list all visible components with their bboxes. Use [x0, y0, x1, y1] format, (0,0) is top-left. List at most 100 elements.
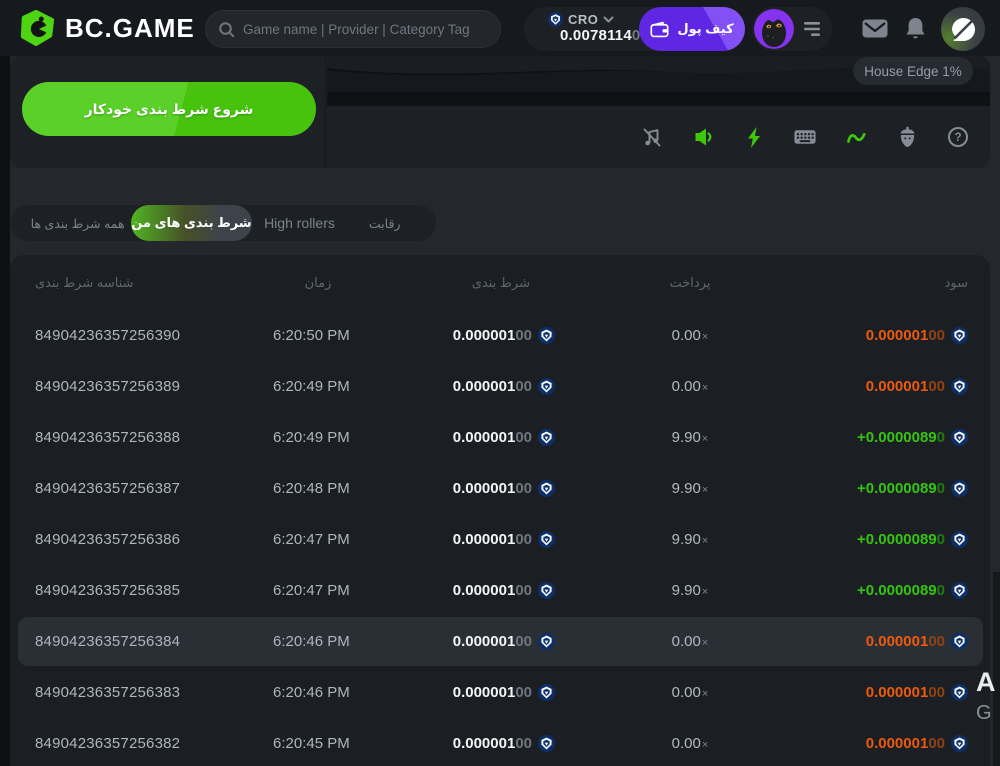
- tab-competition[interactable]: رقابت: [347, 205, 422, 241]
- bets-table-panel: شناسه شرط بندی زمان شرط بندی پرداخت سود …: [10, 255, 990, 766]
- cro-coin-icon: [538, 429, 555, 446]
- col-payout: پرداخت: [555, 275, 825, 291]
- bet-time: 6:20:49 PM: [273, 429, 363, 446]
- overlay-letter-g: G: [976, 702, 992, 725]
- payout-multiplier: 0.00×: [555, 327, 825, 344]
- logo-text: BC.GAME: [65, 13, 195, 44]
- bet-amount: 0.00000100: [363, 480, 555, 497]
- avatar[interactable]: [754, 9, 794, 49]
- bets-tabs: همه شرط بندی ها شرط بندی های من High rol…: [10, 205, 436, 241]
- game-area: House Edge 1%: [327, 56, 990, 168]
- profit-amount: 0.00000100: [825, 633, 968, 650]
- wallet-group: CRO 0.00781140 کیف پول: [524, 7, 745, 51]
- search-box[interactable]: Game name | Provider | Category Tag: [205, 10, 501, 48]
- bet-id: 84904236357256383: [35, 684, 273, 701]
- right-edge-overlay: A G: [993, 572, 1000, 766]
- cro-coin-icon: [538, 633, 555, 650]
- seed-fairness-icon[interactable]: [895, 125, 919, 149]
- game-toolbar: ?: [327, 106, 990, 168]
- currency-code: CRO: [568, 12, 598, 27]
- cro-coin-icon: [538, 582, 555, 599]
- logo[interactable]: BC.GAME: [18, 9, 195, 47]
- table-row[interactable]: 84904236357256387 6:20:48 PM 0.00000100 …: [35, 463, 968, 514]
- profit-amount: 0.00000100: [825, 735, 968, 752]
- cro-coin-icon: [951, 378, 968, 395]
- turbo-bet-icon[interactable]: [742, 125, 766, 149]
- cro-coin-icon: [548, 12, 563, 27]
- chat-bubble-slash-icon: [950, 16, 977, 43]
- svg-text:?: ?: [954, 132, 961, 144]
- sound-on-icon[interactable]: [691, 125, 715, 149]
- wallet-button-label: کیف پول: [677, 21, 733, 37]
- chat-toggle-button[interactable]: [941, 7, 985, 51]
- bet-id: 84904236357256388: [35, 429, 273, 446]
- profit-amount: +0.00000890: [825, 582, 968, 599]
- profit-amount: +0.00000890: [825, 531, 968, 548]
- balance-amount: 0.00781140: [548, 27, 642, 44]
- cro-coin-icon: [951, 684, 968, 701]
- bet-time: 6:20:47 PM: [273, 531, 363, 548]
- bet-amount: 0.00000100: [363, 735, 555, 752]
- currency-selector[interactable]: CRO 0.00781140: [524, 7, 642, 51]
- bet-id: 84904236357256385: [35, 582, 273, 599]
- bet-amount: 0.00000100: [363, 327, 555, 344]
- bet-id: 84904236357256384: [35, 633, 273, 650]
- table-header: شناسه شرط بندی زمان شرط بندی پرداخت سود: [35, 255, 968, 310]
- wallet-button[interactable]: کیف پول: [639, 7, 745, 51]
- table-row[interactable]: 84904236357256390 6:20:50 PM 0.00000100 …: [35, 310, 968, 361]
- help-icon[interactable]: ?: [946, 125, 970, 149]
- hotkeys-icon[interactable]: [793, 125, 817, 149]
- live-stats-icon[interactable]: [844, 125, 868, 149]
- profit-amount: +0.00000890: [825, 429, 968, 446]
- cro-coin-icon: [951, 327, 968, 344]
- cro-coin-icon: [538, 327, 555, 344]
- menu-icon[interactable]: [802, 21, 822, 37]
- table-row[interactable]: 84904236357256384 6:20:46 PM 0.00000100 …: [35, 616, 968, 667]
- col-bet-id: شناسه شرط بندی: [35, 275, 273, 291]
- cro-coin-icon: [538, 378, 555, 395]
- profit-amount: 0.00000100: [825, 327, 968, 344]
- payout-multiplier: 0.00×: [555, 378, 825, 395]
- bet-amount: 0.00000100: [363, 531, 555, 548]
- table-row[interactable]: 84904236357256382 6:20:45 PM 0.00000100 …: [35, 718, 968, 766]
- table-row[interactable]: 84904236357256389 6:20:49 PM 0.00000100 …: [35, 361, 968, 412]
- tab-high-rollers[interactable]: High rollers: [252, 205, 348, 241]
- cro-coin-icon: [951, 480, 968, 497]
- cro-coin-icon: [951, 429, 968, 446]
- bet-id: 84904236357256386: [35, 531, 273, 548]
- cro-coin-icon: [538, 684, 555, 701]
- table-row[interactable]: 84904236357256385 6:20:47 PM 0.00000100 …: [35, 565, 968, 616]
- col-profit: سود: [825, 275, 968, 291]
- cro-coin-icon: [951, 633, 968, 650]
- cro-coin-icon: [538, 480, 555, 497]
- start-autobet-button[interactable]: شروع شرط بندی خودکار: [22, 82, 316, 136]
- payout-multiplier: 9.90×: [555, 531, 825, 548]
- bet-time: 6:20:47 PM: [273, 582, 363, 599]
- table-row[interactable]: 84904236357256383 6:20:46 PM 0.00000100 …: [35, 667, 968, 718]
- tab-my-bets[interactable]: شرط بندی های من: [131, 205, 251, 241]
- bet-id: 84904236357256389: [35, 378, 273, 395]
- top-bar: BC.GAME Game name | Provider | Category …: [0, 0, 1000, 56]
- notifications-icon[interactable]: [905, 17, 926, 41]
- bet-time: 6:20:49 PM: [273, 378, 363, 395]
- bet-amount: 0.00000100: [363, 378, 555, 395]
- mail-icon[interactable]: [862, 19, 888, 38]
- bet-controls-panel: شروع شرط بندی خودکار: [10, 56, 326, 168]
- bet-amount: 0.00000100: [363, 582, 555, 599]
- table-row[interactable]: 84904236357256386 6:20:47 PM 0.00000100 …: [35, 514, 968, 565]
- bet-id: 84904236357256390: [35, 327, 273, 344]
- music-off-icon[interactable]: [640, 125, 664, 149]
- cro-coin-icon: [538, 531, 555, 548]
- cro-coin-icon: [538, 735, 555, 752]
- cro-coin-icon: [951, 582, 968, 599]
- col-bet: شرط بندی: [363, 275, 555, 291]
- payout-multiplier: 0.00×: [555, 633, 825, 650]
- payout-multiplier: 0.00×: [555, 735, 825, 752]
- bet-amount: 0.00000100: [363, 429, 555, 446]
- bet-id: 84904236357256387: [35, 480, 273, 497]
- profit-amount: 0.00000100: [825, 378, 968, 395]
- tab-all-bets[interactable]: همه شرط بندی ها: [24, 205, 131, 241]
- table-row[interactable]: 84904236357256388 6:20:49 PM 0.00000100 …: [35, 412, 968, 463]
- search-placeholder: Game name | Provider | Category Tag: [243, 22, 470, 37]
- bet-time: 6:20:45 PM: [273, 735, 363, 752]
